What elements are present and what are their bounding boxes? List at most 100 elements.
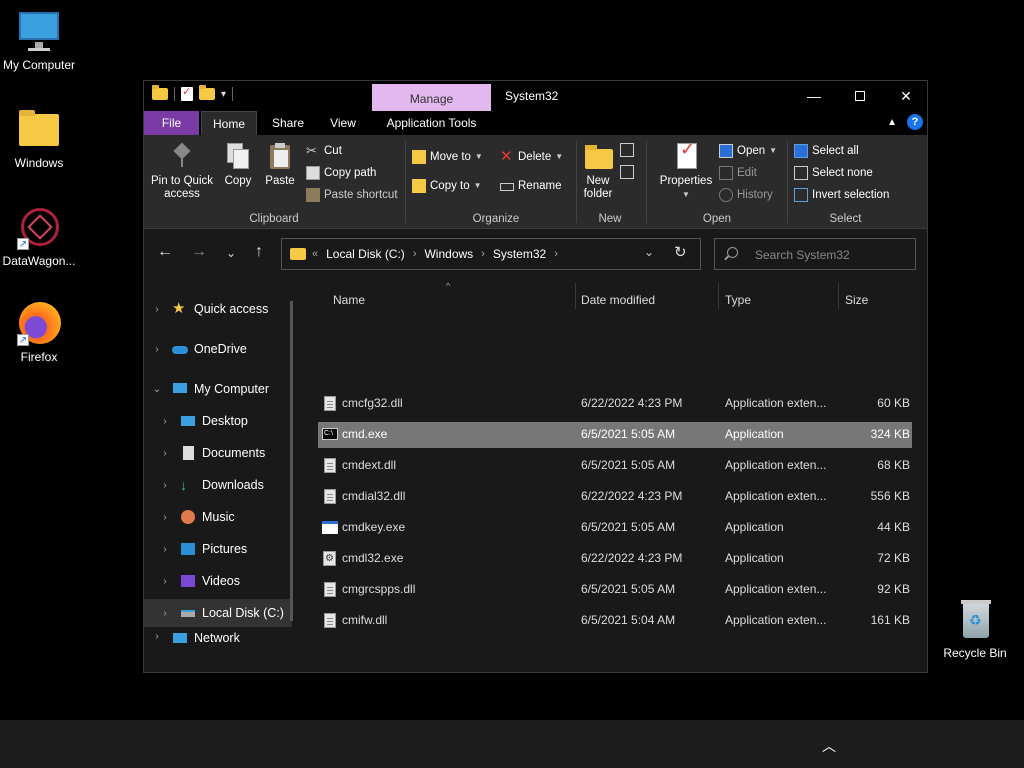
new-item-icon[interactable] xyxy=(620,143,634,157)
new-folder-button[interactable]: New folder xyxy=(578,141,618,201)
column-divider[interactable] xyxy=(575,283,576,309)
address-history-dropdown[interactable]: ⌄ xyxy=(644,245,654,259)
copy-button[interactable]: Copy xyxy=(220,141,256,188)
nav-pane-scrollbar[interactable] xyxy=(290,301,293,621)
tab-application-tools[interactable]: Application Tools xyxy=(372,111,491,135)
open-button[interactable]: Open ▼ xyxy=(719,141,777,161)
tab-file[interactable]: File xyxy=(144,111,199,135)
column-header-type[interactable]: Type xyxy=(725,287,751,313)
desktop-icon-windows[interactable]: Windows xyxy=(0,108,79,170)
copy-to-button[interactable]: Copy to ▼ xyxy=(412,176,482,196)
chevron-right-icon[interactable]: › xyxy=(160,448,170,459)
tab-home[interactable]: Home xyxy=(201,111,257,135)
nav-item-videos[interactable]: › Videos xyxy=(144,567,292,595)
file-row-selected[interactable]: C:\ cmd.exe 6/5/2021 5:05 AM Application… xyxy=(318,422,912,448)
customize-qat-icon[interactable]: ▾ xyxy=(221,89,226,100)
chevron-right-icon[interactable]: › xyxy=(481,248,485,260)
edit-button[interactable]: Edit xyxy=(719,163,757,183)
nav-item-documents[interactable]: › Documents xyxy=(144,439,292,467)
refresh-button[interactable]: ↻ xyxy=(674,243,687,261)
chevron-right-icon[interactable]: › xyxy=(160,480,170,491)
close-button[interactable]: ✕ xyxy=(883,81,929,111)
properties-icon[interactable] xyxy=(181,85,193,101)
up-button[interactable]: ↑ xyxy=(248,243,270,261)
rename-label: Rename xyxy=(518,180,562,192)
desktop-icon-my-computer[interactable]: My Computer xyxy=(0,10,79,72)
title-bar[interactable]: ▾ Manage System32 — ✕ xyxy=(144,81,927,111)
column-divider[interactable] xyxy=(838,283,839,309)
chevron-right-icon[interactable]: › xyxy=(160,576,170,587)
breadcrumb-windows[interactable]: Windows xyxy=(424,247,473,261)
ribbon-tabs: File Home Share View Application Tools ▲… xyxy=(144,111,927,135)
tab-share[interactable]: Share xyxy=(265,111,311,135)
file-row[interactable]: cmdial32.dll 6/22/2022 4:23 PM Applicati… xyxy=(318,484,912,510)
nav-item-c-drive[interactable]: › Local Disk (C:) xyxy=(144,599,292,627)
file-row[interactable]: cmdkey.exe 6/5/2021 5:05 AM Application … xyxy=(318,515,912,541)
rename-button[interactable]: Rename xyxy=(500,176,561,196)
back-button[interactable]: ← xyxy=(154,243,176,261)
file-row[interactable]: cmifw.dll 6/5/2021 5:04 AM Application e… xyxy=(318,608,912,634)
pin-to-quick-access-button[interactable]: Pin to Quick access xyxy=(150,141,214,201)
minimize-button[interactable]: — xyxy=(791,81,837,111)
desktop-icon-label: Firefox xyxy=(20,350,58,364)
desktop-icon-recycle-bin[interactable]: ♻ Recycle Bin xyxy=(935,598,1015,660)
breadcrumb-system32[interactable]: System32 xyxy=(493,247,546,261)
column-divider[interactable] xyxy=(718,283,719,309)
nav-item-pictures[interactable]: › Pictures xyxy=(144,535,292,563)
cut-button[interactable]: ✂ Cut xyxy=(306,141,342,161)
chevron-right-icon[interactable]: › xyxy=(152,304,162,315)
select-none-button[interactable]: Select none xyxy=(794,163,873,183)
nav-item-desktop[interactable]: › Desktop xyxy=(144,407,292,435)
nav-item-music[interactable]: › Music xyxy=(144,503,292,531)
copy-path-button[interactable]: Copy path xyxy=(306,163,376,183)
edit-label: Edit xyxy=(737,167,757,179)
forward-button[interactable]: → xyxy=(188,243,210,261)
properties-button[interactable]: ✓ Properties ▼ xyxy=(657,140,715,201)
copy-path-icon xyxy=(306,166,320,180)
column-header-date-modified[interactable]: Date modified xyxy=(581,287,655,313)
help-icon[interactable]: ? xyxy=(907,114,923,130)
file-row[interactable]: cmcfg32.dll 6/22/2022 4:23 PM Applicatio… xyxy=(318,391,912,417)
file-row[interactable]: cmdext.dll 6/5/2021 5:05 AM Application … xyxy=(318,453,912,479)
move-to-button[interactable]: Move to ▼ xyxy=(412,147,483,167)
paste-shortcut-button[interactable]: Paste shortcut xyxy=(306,185,398,205)
show-hidden-icons-button[interactable]: ︿ xyxy=(822,736,836,756)
manage-context-tab[interactable]: Manage xyxy=(372,84,491,111)
maximize-button[interactable] xyxy=(837,81,883,111)
paste-button[interactable]: Paste xyxy=(262,141,298,188)
desktop-icon-datawagon[interactable]: ↗ DataWagon... xyxy=(0,206,79,268)
column-header-size[interactable]: Size xyxy=(845,287,868,313)
breadcrumb-local-disk[interactable]: Local Disk (C:) xyxy=(326,247,405,261)
nav-item-onedrive[interactable]: › OneDrive xyxy=(144,335,292,363)
collapse-ribbon-icon[interactable]: ▲ xyxy=(887,117,897,128)
select-all-button[interactable]: Select all xyxy=(794,141,859,161)
delete-button[interactable]: ✕ Delete ▼ xyxy=(500,147,563,167)
tab-view[interactable]: View xyxy=(322,111,364,135)
chevron-right-icon[interactable]: › xyxy=(160,512,170,523)
address-bar[interactable]: « Local Disk (C:) › Windows › System32 ›… xyxy=(281,238,701,270)
nav-item-my-computer[interactable]: ⌄ My Computer xyxy=(144,375,292,403)
chevron-right-icon[interactable]: › xyxy=(160,544,170,555)
file-row[interactable]: cmgrcspps.dll 6/5/2021 5:05 AM Applicati… xyxy=(318,577,912,603)
invert-selection-button[interactable]: Invert selection xyxy=(794,185,889,205)
chevron-right-icon[interactable]: › xyxy=(413,248,417,260)
paste-label: Paste xyxy=(265,175,295,187)
chevron-right-icon[interactable]: › xyxy=(554,248,558,260)
easy-access-icon[interactable] xyxy=(620,165,634,179)
breadcrumb-overflow[interactable]: « xyxy=(312,248,318,260)
chevron-right-icon[interactable]: › xyxy=(160,416,170,427)
column-header-name[interactable]: Name xyxy=(333,287,365,313)
search-box[interactable]: Search System32 xyxy=(714,238,916,270)
history-button[interactable]: History xyxy=(719,185,773,205)
file-row[interactable]: ⚙ cmdl32.exe 6/22/2022 4:23 PM Applicati… xyxy=(318,546,912,572)
chevron-right-icon[interactable]: › xyxy=(152,631,162,642)
chevron-down-icon[interactable]: ⌄ xyxy=(152,384,162,395)
nav-item-network[interactable]: › Network xyxy=(144,631,292,645)
nav-item-quick-access[interactable]: › ★ Quick access xyxy=(144,295,292,323)
nav-item-downloads[interactable]: › ↓ Downloads xyxy=(144,471,292,499)
recent-locations-button[interactable]: ⌄ xyxy=(220,246,242,260)
new-folder-icon[interactable] xyxy=(199,85,215,100)
desktop-icon-firefox[interactable]: ↗ Firefox xyxy=(0,302,79,364)
chevron-right-icon[interactable]: › xyxy=(152,344,162,355)
chevron-right-icon[interactable]: › xyxy=(160,608,170,619)
